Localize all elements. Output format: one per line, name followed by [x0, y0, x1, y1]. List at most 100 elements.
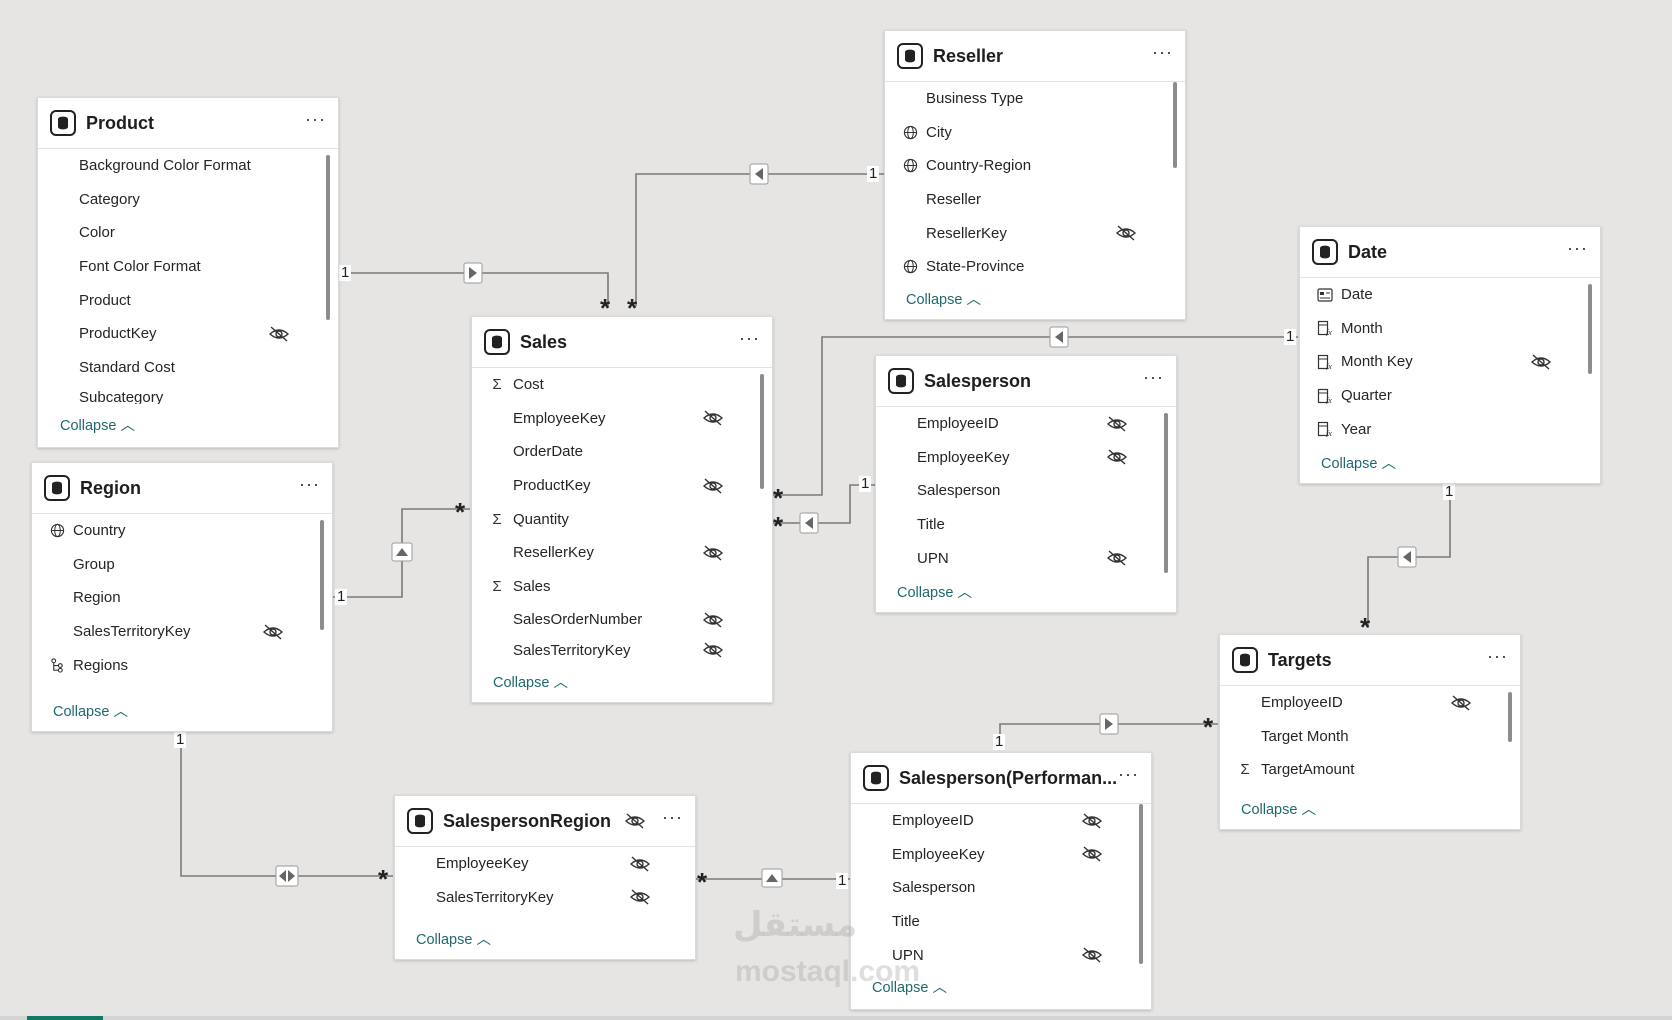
- field-row[interactable]: Subcategory: [38, 384, 338, 404]
- scrollbar[interactable]: [1173, 82, 1177, 168]
- product-table-card[interactable]: Product ··· Background Color Format Cate…: [37, 97, 339, 448]
- field-row[interactable]: Region: [32, 581, 332, 615]
- salespersonregion-table-header[interactable]: SalespersonRegion ···: [395, 796, 695, 847]
- field-row[interactable]: ResellerKey: [472, 536, 772, 570]
- field-list[interactable]: Country Group Region SalesTerritoryKey R…: [32, 514, 332, 689]
- more-options-button[interactable]: ···: [662, 808, 683, 830]
- field-row[interactable]: EmployeeKey: [851, 838, 1151, 872]
- field-row[interactable]: Standard Cost: [38, 351, 338, 385]
- field-row[interactable]: Σ Quantity: [472, 502, 772, 536]
- field-row[interactable]: ProductKey: [472, 469, 772, 503]
- collapse-button[interactable]: Collapse ︿: [906, 288, 981, 309]
- field-row[interactable]: EmployeeKey: [395, 847, 695, 881]
- field-row[interactable]: fx Year: [1300, 412, 1600, 446]
- field-row[interactable]: Group: [32, 548, 332, 582]
- salesperson-table-card[interactable]: Salesperson ··· EmployeeID EmployeeKey S…: [875, 355, 1177, 613]
- collapse-button[interactable]: Collapse ︿: [60, 414, 135, 435]
- targets-table-header[interactable]: Targets ···: [1220, 635, 1520, 686]
- field-row[interactable]: Category: [38, 183, 338, 217]
- region-table-header[interactable]: Region ···: [32, 463, 332, 514]
- collapse-button[interactable]: Collapse ︿: [493, 671, 568, 692]
- field-list[interactable]: Date fx Month fx Month Key fx Quarter fx…: [1300, 278, 1600, 448]
- scrollbar[interactable]: [1164, 413, 1168, 573]
- scrollbar[interactable]: [760, 374, 764, 489]
- field-row[interactable]: Color: [38, 216, 338, 250]
- targets-table-card[interactable]: Targets ··· EmployeeID Target Month Σ Tar…: [1219, 634, 1521, 830]
- region-table-card[interactable]: Region ··· Country Group Region SalesTer…: [31, 462, 333, 732]
- field-row[interactable]: ProductKey: [38, 317, 338, 351]
- field-row[interactable]: fx Month: [1300, 312, 1600, 346]
- scrollbar[interactable]: [320, 520, 324, 630]
- scrollbar[interactable]: [1588, 284, 1592, 374]
- field-row[interactable]: EmployeeID: [851, 804, 1151, 838]
- date-table-card[interactable]: Date ··· Date fx Month fx Month Key fx Q…: [1299, 226, 1601, 484]
- field-row[interactable]: Target Month: [1220, 720, 1520, 754]
- field-row[interactable]: Reseller: [885, 183, 1185, 217]
- field-row[interactable]: Salesperson: [876, 474, 1176, 508]
- scrollbar[interactable]: [1139, 804, 1143, 964]
- field-row[interactable]: fx Quarter: [1300, 379, 1600, 413]
- field-row[interactable]: ResellerKey: [885, 216, 1185, 250]
- salesperson-performance-table-header[interactable]: Salesperson(Performan... ···: [851, 753, 1151, 804]
- field-row[interactable]: EmployeeID: [876, 407, 1176, 441]
- field-list[interactable]: Background Color Format Category Color F…: [38, 149, 338, 404]
- more-options-button[interactable]: ···: [1118, 765, 1139, 787]
- field-row[interactable]: City: [885, 116, 1185, 150]
- more-options-button[interactable]: ···: [1487, 647, 1508, 669]
- active-tab-indicator[interactable]: [27, 1016, 103, 1020]
- field-list[interactable]: Σ Cost EmployeeKey OrderDate ProductKey Σ…: [472, 368, 772, 661]
- field-row[interactable]: UPN: [876, 541, 1176, 575]
- field-list[interactable]: EmployeeKey SalesTerritoryKey: [395, 847, 695, 919]
- field-row[interactable]: EmployeeKey: [472, 402, 772, 436]
- collapse-button[interactable]: Collapse ︿: [1321, 452, 1396, 473]
- collapse-button[interactable]: Collapse ︿: [416, 928, 491, 949]
- field-row[interactable]: Business Type: [885, 82, 1185, 116]
- field-row[interactable]: SalesTerritoryKey: [395, 881, 695, 915]
- field-name: Cost: [513, 376, 544, 394]
- field-row[interactable]: SalesTerritoryKey: [472, 637, 772, 659]
- sales-table-card[interactable]: Sales ··· Σ Cost EmployeeKey OrderDate Pr…: [471, 316, 773, 703]
- field-row[interactable]: Background Color Format: [38, 149, 338, 183]
- field-row[interactable]: Product: [38, 283, 338, 317]
- more-options-button[interactable]: ···: [1152, 43, 1173, 65]
- collapse-button[interactable]: Collapse ︿: [53, 700, 128, 721]
- salesperson-table-header[interactable]: Salesperson ···: [876, 356, 1176, 407]
- more-options-button[interactable]: ···: [299, 475, 320, 497]
- collapse-button[interactable]: Collapse ︿: [897, 581, 972, 602]
- reseller-table-header[interactable]: Reseller ···: [885, 31, 1185, 82]
- field-row[interactable]: Date: [1300, 278, 1600, 312]
- date-table-header[interactable]: Date ···: [1300, 227, 1600, 278]
- field-row[interactable]: EmployeeKey: [876, 441, 1176, 475]
- field-list[interactable]: EmployeeID EmployeeKey Salesperson Title…: [876, 407, 1176, 577]
- field-row[interactable]: EmployeeID: [1220, 686, 1520, 720]
- salespersonregion-table-card[interactable]: SalespersonRegion ··· EmployeeKey SalesT…: [394, 795, 696, 960]
- field-row[interactable]: OrderDate: [472, 435, 772, 469]
- field-row[interactable]: SalesOrderNumber: [472, 603, 772, 637]
- field-row[interactable]: State-Province: [885, 250, 1185, 284]
- product-table-header[interactable]: Product ···: [38, 98, 338, 149]
- reseller-table-card[interactable]: Reseller ··· Business Type City Country-…: [884, 30, 1186, 320]
- sales-table-header[interactable]: Sales ···: [472, 317, 772, 368]
- field-row[interactable]: Σ Sales: [472, 570, 772, 604]
- field-row[interactable]: fx Month Key: [1300, 345, 1600, 379]
- scrollbar[interactable]: [1508, 692, 1512, 742]
- scrollbar[interactable]: [326, 155, 330, 320]
- field-row[interactable]: Country: [32, 514, 332, 548]
- field-row[interactable]: Title: [851, 905, 1151, 939]
- field-row[interactable]: SalesTerritoryKey: [32, 615, 332, 649]
- field-list[interactable]: Business Type City Country-Region Resell…: [885, 82, 1185, 287]
- field-row[interactable]: Regions: [32, 648, 332, 682]
- more-options-button[interactable]: ···: [739, 329, 760, 351]
- field-row[interactable]: Salesperson: [851, 871, 1151, 905]
- field-row[interactable]: Font Color Format: [38, 250, 338, 284]
- field-list[interactable]: EmployeeID EmployeeKey Salesperson Title…: [851, 804, 1151, 974]
- field-row[interactable]: Σ Cost: [472, 368, 772, 402]
- more-options-button[interactable]: ···: [1143, 368, 1164, 390]
- more-options-button[interactable]: ···: [305, 110, 326, 132]
- field-row[interactable]: Title: [876, 508, 1176, 542]
- collapse-button[interactable]: Collapse ︿: [1241, 798, 1316, 819]
- field-row[interactable]: Country-Region: [885, 149, 1185, 183]
- more-options-button[interactable]: ···: [1567, 239, 1588, 261]
- field-row[interactable]: Σ TargetAmount: [1220, 753, 1520, 787]
- field-list[interactable]: EmployeeID Target Month Σ TargetAmount: [1220, 686, 1520, 794]
